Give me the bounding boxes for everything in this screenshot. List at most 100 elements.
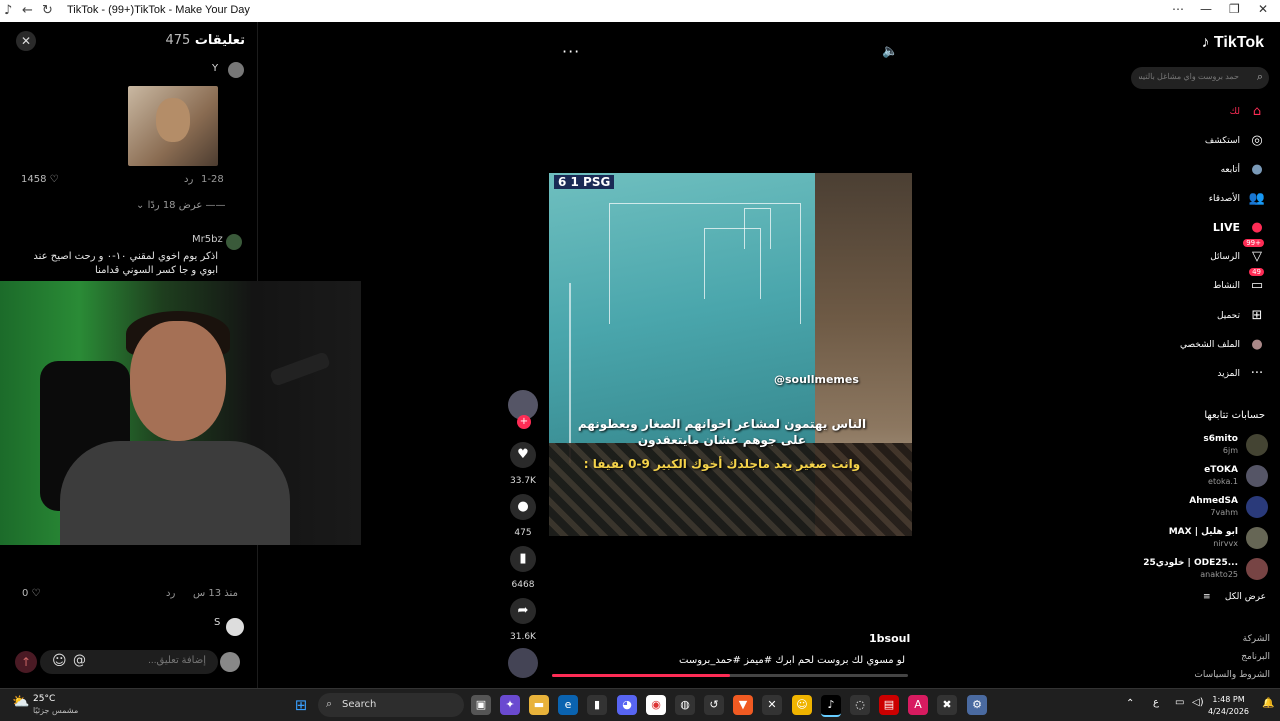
webcam-overlay: [0, 281, 361, 545]
search-input[interactable]: [1137, 71, 1241, 82]
browser-titlebar: ♪ ← ↻ TikTok - (99+)TikTok - Make Your D…: [0, 0, 1280, 22]
bookmark-button[interactable]: ▮: [510, 546, 536, 572]
task-view-icon[interactable]: ▣: [471, 695, 491, 715]
app-icon[interactable]: ◍: [675, 695, 695, 715]
comments-header: تعليقات 475: [166, 33, 246, 48]
nav-messages[interactable]: الرسائل ▽ 99+: [1126, 239, 1266, 269]
app-icon[interactable]: ↺: [704, 695, 724, 715]
weather-icon: ⛅: [12, 694, 30, 710]
nav-friends[interactable]: الأصدقاء 👥: [1126, 189, 1266, 211]
file-explorer-icon[interactable]: ▬: [529, 695, 549, 715]
sound-avatar[interactable]: [508, 648, 538, 678]
footer-link[interactable]: الشركة: [1243, 634, 1270, 644]
follow-button[interactable]: +: [517, 415, 531, 429]
search-icon[interactable]: ⌕: [1257, 70, 1263, 84]
notification-icon[interactable]: 🔔: [1262, 698, 1274, 709]
view-replies-button[interactable]: ⌄ عرض 18 ردًا ——: [136, 200, 226, 211]
tiktok-taskbar-icon[interactable]: ♪: [821, 695, 841, 717]
tray-chevron-icon[interactable]: ⌃: [1126, 698, 1134, 709]
discord-icon[interactable]: ◕: [617, 695, 637, 715]
video-player[interactable]: 6 1 PSG @soullmemes الناس يهتمون لمشاعر …: [549, 173, 912, 536]
following-accounts-header: حسابات تتابعها: [1204, 410, 1265, 421]
nav-upload[interactable]: تحميل ⊞: [1126, 306, 1266, 328]
edge-icon[interactable]: e: [558, 695, 578, 715]
nav-more[interactable]: المزيد ···: [1126, 364, 1266, 386]
following-account[interactable]: eTOKA etoka.1: [1128, 463, 1268, 491]
more-icon[interactable]: ⋯: [1172, 2, 1184, 16]
user-avatar[interactable]: [220, 652, 240, 672]
brave-icon[interactable]: ▼: [733, 695, 753, 715]
app-icon[interactable]: A: [908, 695, 928, 715]
comment-user[interactable]: Mr5bz: [192, 234, 223, 245]
tiktok-logo[interactable]: ♪ TikTok: [1201, 34, 1264, 52]
like-button[interactable]: ♥: [510, 442, 536, 468]
app-icon[interactable]: ✕: [762, 695, 782, 715]
close-window-button[interactable]: ✕: [1258, 2, 1268, 16]
network-icon[interactable]: ▭: [1175, 697, 1184, 708]
comment-input[interactable]: [84, 654, 208, 667]
comment-likes[interactable]: 0 ♡: [22, 588, 41, 599]
nav-explore[interactable]: استكشف ◎: [1126, 131, 1266, 153]
app-icon[interactable]: ☺: [792, 695, 812, 715]
compass-icon: ◎: [1251, 133, 1263, 148]
comment-date: 1-28: [201, 174, 224, 185]
following-account[interactable]: MAX | ابو هليل nirvvx: [1128, 525, 1268, 553]
following-account[interactable]: s6mito 6jm: [1128, 432, 1268, 460]
activity-badge: 49: [1249, 268, 1264, 276]
reply-button[interactable]: رد: [184, 174, 193, 185]
volume-tray-icon[interactable]: ◁): [1192, 697, 1204, 708]
reply-button[interactable]: رد: [166, 588, 175, 599]
app-icon[interactable]: ◌: [850, 695, 870, 715]
footer-link[interactable]: البرنامج: [1241, 652, 1270, 662]
chrome-icon[interactable]: ◉: [646, 695, 666, 715]
windows-start-icon[interactable]: ⊞: [291, 695, 311, 715]
avatar[interactable]: [228, 62, 244, 78]
app-icon[interactable]: ▤: [879, 695, 899, 715]
following-account[interactable]: AhmedSA 7vahm: [1128, 494, 1268, 522]
video-author[interactable]: 1bsoul: [869, 632, 910, 645]
video-scoreboard: 6 1 PSG: [554, 175, 615, 189]
bookmark-count: 6468: [511, 580, 535, 590]
close-comments-button[interactable]: ✕: [16, 31, 36, 51]
reload-icon[interactable]: ↻: [42, 3, 53, 18]
avatar[interactable]: [226, 234, 242, 250]
minimize-button[interactable]: —: [1200, 2, 1212, 16]
app-icon[interactable]: ✖: [937, 695, 957, 715]
more-icon: ···: [1250, 366, 1264, 381]
comment-input-box[interactable]: ☺ @: [40, 650, 218, 674]
settings-icon[interactable]: ⚙: [967, 695, 987, 715]
show-all-link[interactable]: عرض الكل ≡: [1203, 592, 1266, 602]
search-box[interactable]: ⌕: [1131, 67, 1269, 89]
video-progress-bar[interactable]: [552, 674, 908, 677]
footer-link[interactable]: الشروط والسياسات: [1194, 670, 1270, 680]
home-icon: ⌂: [1252, 104, 1262, 119]
language-indicator[interactable]: ع: [1153, 697, 1159, 708]
avatar[interactable]: [226, 618, 244, 636]
comment-time: منذ 13 س: [193, 588, 238, 599]
volume-icon[interactable]: 🔈: [882, 44, 898, 59]
share-count: 31.6K: [510, 632, 536, 642]
nav-foryou[interactable]: لك ⌂: [1126, 102, 1266, 124]
nav-profile[interactable]: الملف الشخصي ●: [1126, 335, 1266, 357]
back-icon[interactable]: ←: [22, 3, 33, 18]
restore-button[interactable]: ❐: [1229, 2, 1240, 16]
nav-live[interactable]: LIVE ●: [1126, 218, 1266, 240]
nav-following[interactable]: أتابعه ●: [1126, 160, 1266, 182]
comment-user[interactable]: S: [214, 617, 220, 628]
comment-button[interactable]: ●: [510, 494, 536, 520]
live-icon: ●: [1251, 220, 1263, 235]
system-clock[interactable]: 1:48 PM 4/24/2026: [1208, 694, 1249, 718]
comment-likes[interactable]: 1458 ♡: [21, 174, 59, 185]
taskbar-search[interactable]: ⌕ Search: [318, 693, 464, 717]
search-icon: ⌕: [326, 697, 333, 710]
nav-activity[interactable]: النشاط ▭ 49: [1126, 268, 1266, 298]
copilot-icon[interactable]: ✦: [500, 695, 520, 715]
terminal-icon[interactable]: ▮: [587, 695, 607, 715]
more-options-button[interactable]: ···: [562, 42, 580, 61]
send-comment-button[interactable]: ↑: [15, 651, 37, 673]
share-button[interactable]: ➦: [510, 598, 536, 624]
like-count: 33.7K: [510, 476, 536, 486]
emoji-icon[interactable]: ☺: [52, 653, 67, 669]
following-account[interactable]: خلودي25 | ODE25... anakto25: [1128, 556, 1268, 584]
comment-user[interactable]: Y: [212, 63, 218, 74]
